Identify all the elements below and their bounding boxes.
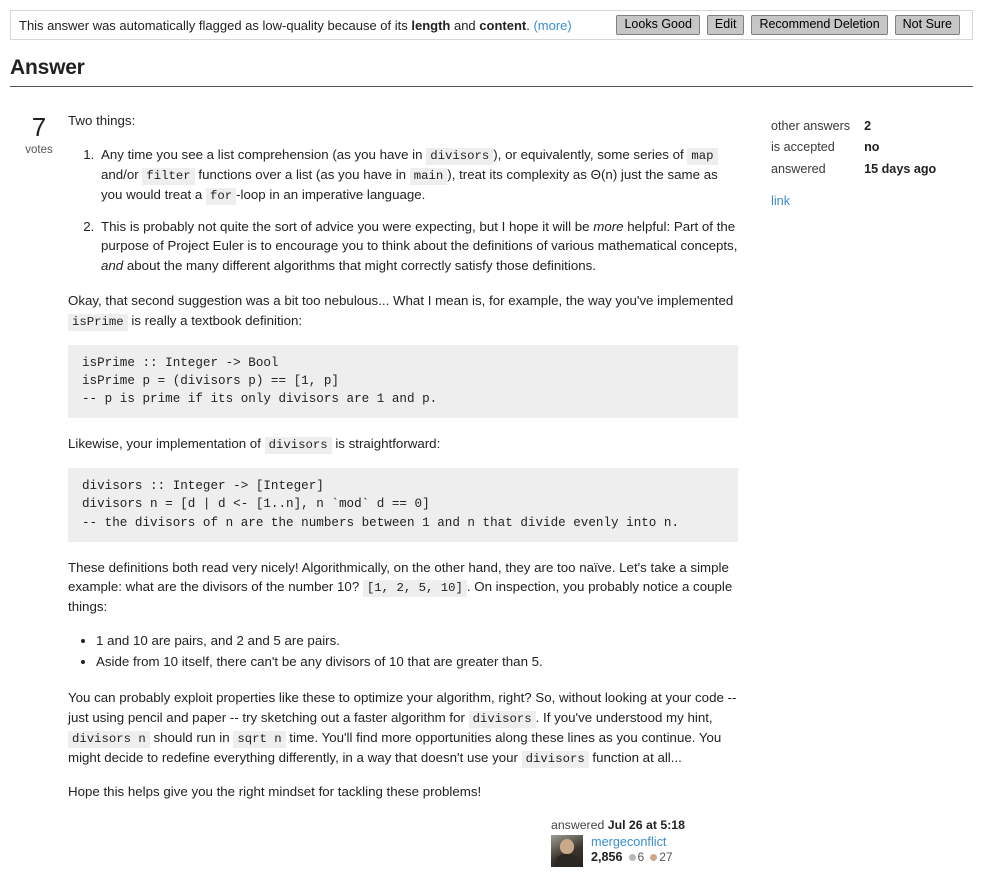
paragraph-exploit: You can probably exploit properties like… <box>68 688 738 768</box>
silver-badge-count: 6 <box>637 850 645 864</box>
answer-signature: answered Jul 26 at 5:18 mergeconflict 2,… <box>551 818 751 867</box>
stat-value-other-answers: 2 <box>864 119 872 133</box>
inline-code-divisors-n: divisors n <box>68 730 150 748</box>
bronze-badge-count: 27 <box>659 850 673 864</box>
item1-text-f: -loop in an imperative language. <box>236 186 426 202</box>
inline-code-divisors-4: divisors <box>521 750 589 768</box>
item2-text-c: about the many different algorithms that… <box>123 257 596 273</box>
recommend-deletion-button[interactable]: Recommend Deletion <box>751 14 888 36</box>
code-block-isprime: isPrime :: Integer -> Bool isPrime p = (… <box>68 344 738 419</box>
nebulous-text-a: Okay, that second suggestion was a bit t… <box>68 293 734 309</box>
numbered-advice-list: Any time you see a list comprehension (a… <box>68 145 738 276</box>
bronze-badge-icon <box>650 853 658 861</box>
list-item: 1 and 10 are pairs, and 2 and 5 are pair… <box>96 631 738 651</box>
answer-stats-sidebar: other answers 2 is accepted no answered … <box>738 109 973 816</box>
nebulous-text-b: is really a textbook definition: <box>127 312 303 328</box>
flag-more-link[interactable]: (more) <box>533 18 571 33</box>
looks-good-button[interactable]: Looks Good <box>616 14 700 36</box>
paragraph-nebulous: Okay, that second suggestion was a bit t… <box>68 291 738 331</box>
emphasis-and: and <box>101 257 124 273</box>
flag-message-mid: and <box>450 17 480 33</box>
vote-column: 7 votes <box>10 109 68 816</box>
avatar[interactable] <box>551 835 583 867</box>
paragraph-intro: Two things: <box>68 113 136 128</box>
item1-text-d: functions over a list (as you have in <box>194 166 410 182</box>
paragraph-hope: Hope this helps give you the right minds… <box>68 783 482 799</box>
flag-message-pre: This answer was automatically flagged as… <box>19 17 412 33</box>
inline-code-divisors-2: divisors <box>264 437 332 455</box>
table-row: is accepted no <box>771 138 936 159</box>
inline-code-filter: filter <box>142 167 195 185</box>
inline-code-sqrt-n: sqrt n <box>233 730 286 748</box>
silver-badge[interactable]: 6 <box>628 850 645 864</box>
edit-button[interactable]: Edit <box>706 14 745 36</box>
flag-message: This answer was automatically flagged as… <box>19 18 572 33</box>
likewise-text-b: is straightforward: <box>331 436 441 452</box>
stats-table: other answers 2 is accepted no answered … <box>771 117 936 181</box>
inline-code-divisors: divisors <box>426 147 494 165</box>
username-link[interactable]: mergeconflict <box>591 835 673 849</box>
likewise-text-a: Likewise, your implementation of <box>68 436 265 452</box>
paragraph-likewise: Likewise, your implementation of divisor… <box>68 434 738 455</box>
inline-code-divisors-3: divisors <box>468 710 536 728</box>
flag-reason-length: length <box>411 17 451 33</box>
item1-text-b: ), or equivalently, some series of <box>493 146 688 162</box>
reputation-row: 2,856 6 27 <box>591 850 673 864</box>
signature-action-line: answered Jul 26 at 5:18 <box>551 818 751 832</box>
emphasis-more: more <box>593 218 624 234</box>
permalink-link[interactable]: link <box>771 193 790 208</box>
page-title: Answer <box>10 56 85 79</box>
exploit-text-c: should run in <box>149 729 234 745</box>
not-sure-button[interactable]: Not Sure <box>894 14 960 36</box>
table-row: answered 15 days ago <box>771 160 936 181</box>
answer-container: 7 votes Two things: Any time you see a l… <box>0 87 983 816</box>
answer-post-body: Two things: Any time you see a list comp… <box>68 109 738 816</box>
item1-text-a: Any time you see a list comprehension (a… <box>101 146 427 162</box>
exploit-text-b: . If you've understood my hint, <box>535 709 713 725</box>
observations-list: 1 and 10 are pairs, and 2 and 5 are pair… <box>68 631 738 672</box>
flag-reason-content: content <box>479 17 527 33</box>
stat-key-other-answers: other answers <box>771 119 851 133</box>
inline-code-map: map <box>687 147 718 165</box>
list-item: Any time you see a list comprehension (a… <box>98 145 738 205</box>
code-block-divisors: divisors :: Integer -> [Integer] divisor… <box>68 468 738 542</box>
stat-value-answered: 15 days ago <box>864 161 937 176</box>
signature-action: answered <box>551 818 605 832</box>
signature-timestamp[interactable]: Jul 26 at 5:18 <box>608 818 685 832</box>
item1-text-c: and/or <box>101 166 143 182</box>
paragraph-naive: These definitions both read very nicely!… <box>68 558 738 617</box>
stat-key-answered: answered <box>771 161 826 176</box>
table-row: other answers 2 <box>771 117 936 138</box>
list-item: Aside from 10 itself, there can't be any… <box>96 652 738 672</box>
inline-code-main: main <box>409 167 448 185</box>
stat-value-is-accepted: no <box>864 140 880 155</box>
vote-count: 7 <box>31 112 47 142</box>
flag-action-buttons: Looks Good Edit Recommend Deletion Not S… <box>616 14 964 36</box>
inline-code-isprime: isPrime <box>68 313 128 331</box>
item2-text-a: This is probably not quite the sort of a… <box>101 218 594 234</box>
bronze-badge[interactable]: 27 <box>650 850 673 864</box>
list-item: This is probably not quite the sort of a… <box>98 217 738 276</box>
user-card: mergeconflict 2,856 6 27 <box>551 835 751 867</box>
exploit-text-e: function at all... <box>588 749 682 765</box>
inline-code-for: for <box>205 187 237 205</box>
user-details: mergeconflict 2,856 6 27 <box>591 835 673 864</box>
reputation-score: 2,856 <box>591 850 623 864</box>
vote-label: votes <box>25 144 53 156</box>
silver-badge-icon <box>628 853 636 861</box>
stat-key-is-accepted: is accepted <box>771 140 835 155</box>
inline-code-divisor-list: [1, 2, 5, 10] <box>362 580 467 598</box>
low-quality-flag-banner: This answer was automatically flagged as… <box>10 10 973 40</box>
